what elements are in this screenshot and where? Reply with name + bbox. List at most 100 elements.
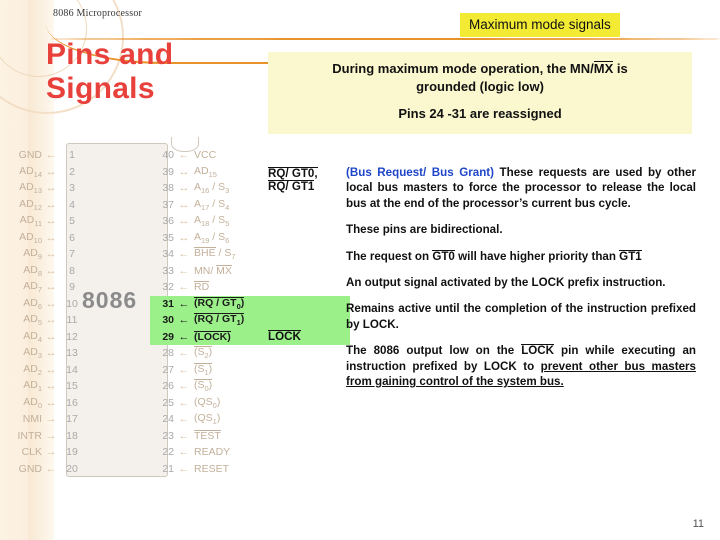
pin-row-left-17: NMI → 17 bbox=[2, 411, 166, 428]
pin-row-right-24: 24 ← (QS1) bbox=[150, 411, 350, 428]
pin-number-5: 5 bbox=[69, 215, 75, 228]
pin-signal-4: AD12 bbox=[19, 197, 42, 212]
pin-signal-15: AD1 bbox=[23, 379, 42, 394]
pin-signal-14: AD2 bbox=[23, 362, 42, 377]
pin-row-left-14: AD2 ↔ 14 bbox=[2, 362, 166, 379]
desc-paragraph-3: The request on GT0 will have higher prio… bbox=[346, 249, 696, 264]
pin-row-left-15: AD1 ↔ 15 bbox=[2, 378, 166, 395]
pin-row-left-18: INTR → 18 bbox=[2, 428, 166, 445]
pin-arrow-26: ← bbox=[178, 380, 190, 393]
pin-row-right-33: 33 ← MN/ MX bbox=[150, 263, 350, 280]
pin-row-right-29: 29 ← (LOCK) bbox=[150, 328, 350, 345]
desc-p3-c: will have higher priority than bbox=[454, 249, 620, 263]
pin-signal-35: A19 / S6 bbox=[194, 230, 230, 245]
pin-row-right-37: 37 ↔ A17 / S4 bbox=[150, 197, 350, 214]
pin-arrow-30: ← bbox=[178, 314, 190, 327]
pin-signal-19: CLK bbox=[21, 446, 42, 459]
pin-number-27: 27 bbox=[162, 363, 174, 376]
pin-signal-32: RD bbox=[194, 281, 210, 294]
pin-signal-30: (RQ / GT1) bbox=[194, 313, 245, 328]
pin-number-32: 32 bbox=[162, 281, 174, 294]
pin-arrow-35: ↔ bbox=[178, 231, 190, 244]
pin-arrow-25: ← bbox=[178, 396, 190, 409]
pin-row-left-4: AD12 ↔ 4 bbox=[2, 197, 166, 214]
pin-row-left-16: AD0 ↔ 16 bbox=[2, 395, 166, 412]
pin-arrow-10: ↔ bbox=[45, 297, 57, 310]
pin-signal-34: BHE / S7 bbox=[194, 247, 236, 262]
pin-signal-37: A17 / S4 bbox=[194, 197, 230, 212]
desc-paragraph-1: (Bus Request/ Bus Grant) These requests … bbox=[346, 165, 696, 211]
pin-signal-21: RESET bbox=[194, 462, 230, 475]
pin-arrow-17: → bbox=[45, 413, 57, 426]
pin-signal-11: AD5 bbox=[23, 313, 42, 328]
pin-signal-2: AD14 bbox=[19, 164, 42, 179]
pin-signal-18: INTR bbox=[17, 429, 43, 442]
pin-row-right-21: 21 ← RESET bbox=[150, 461, 350, 478]
pin-signal-9: AD7 bbox=[23, 280, 42, 295]
pin-arrow-38: ↔ bbox=[178, 182, 190, 195]
pin-number-14: 14 bbox=[66, 363, 78, 376]
document-id: 8086 Microprocessor bbox=[53, 8, 143, 19]
pin-number-18: 18 bbox=[66, 429, 78, 442]
pin-arrow-7: ↔ bbox=[45, 248, 57, 261]
pin-arrow-37: ↔ bbox=[178, 198, 190, 211]
pin-row-left-3: AD13 ↔ 3 bbox=[2, 180, 166, 197]
pin-signal-17: NMI bbox=[22, 413, 42, 426]
pin-signal-13: AD3 bbox=[23, 346, 42, 361]
pin-number-30: 30 bbox=[162, 314, 174, 327]
pin-arrow-21: ← bbox=[178, 462, 190, 475]
pin-signal-23: TEST bbox=[194, 429, 221, 442]
gt1-overline: GT1 bbox=[619, 249, 642, 263]
pin-number-17: 17 bbox=[66, 413, 78, 426]
pin-signal-24: (QS1) bbox=[194, 412, 221, 427]
pin-number-8: 8 bbox=[69, 264, 75, 277]
pin-arrow-12: ↔ bbox=[45, 330, 57, 343]
pin-arrow-16: ↔ bbox=[45, 396, 57, 409]
gt0-overline: GT0 bbox=[432, 249, 455, 263]
pin-arrow-23: ← bbox=[178, 429, 190, 442]
pin-row-right-28: 28 ← (S2) bbox=[150, 345, 350, 362]
pin-arrow-39: ↔ bbox=[178, 165, 190, 178]
page-title: Pins and Signals bbox=[46, 38, 174, 105]
info-box-line1-b: is bbox=[613, 61, 628, 76]
pin-row-left-10: AD6 ↔ 10 bbox=[2, 296, 166, 313]
info-box-line1-a: During maximum mode operation, the MN/ bbox=[332, 61, 594, 76]
pin-row-right-26: 26 ← (S0) bbox=[150, 378, 350, 395]
pin-signal-27: (S1) bbox=[194, 362, 213, 377]
maximum-mode-banner: Maximum mode signals bbox=[460, 13, 620, 37]
pin-number-19: 19 bbox=[66, 446, 78, 459]
pin-number-15: 15 bbox=[66, 380, 78, 393]
pin-number-20: 20 bbox=[66, 462, 78, 475]
pin-row-left-2: AD14 ↔ 2 bbox=[2, 164, 166, 181]
pin-signal-36: A18 / S5 bbox=[194, 214, 230, 229]
pin-arrow-40: ← bbox=[178, 149, 190, 162]
pin-arrow-15: ↔ bbox=[45, 380, 57, 393]
pin-arrow-2: ↔ bbox=[45, 165, 57, 178]
pin-row-left-8: AD8 ↔ 8 bbox=[2, 263, 166, 280]
chip-diagram: 8086 GND ← 1 AD14 ↔ 2 AD13 ↔ 3 AD12 ↔ 4 AD11 ↔ 5 AD10 ↔ 6… bbox=[0, 137, 350, 483]
pin-signal-31: (RQ / GT0) bbox=[194, 296, 245, 311]
pin-number-9: 9 bbox=[69, 281, 75, 294]
desc-paragraph-4: An output signal activated by the LOCK p… bbox=[346, 276, 666, 290]
pin-signal-28: (S2) bbox=[194, 346, 213, 361]
side-label-lock: LOCK bbox=[268, 330, 301, 343]
pin-arrow-11: ↔ bbox=[45, 314, 57, 327]
pin-arrow-22: ← bbox=[178, 446, 190, 459]
pin-signal-40: VCC bbox=[194, 149, 217, 162]
pin-number-22: 22 bbox=[162, 446, 174, 459]
pin-row-right-31: 31 ← (RQ / GT0) bbox=[150, 295, 350, 312]
pin-arrow-18: → bbox=[45, 429, 57, 442]
desc-p3-a: The request on bbox=[346, 249, 433, 263]
pin-signal-1: GND bbox=[18, 149, 42, 162]
pin-number-23: 23 bbox=[162, 429, 174, 442]
pin-number-38: 38 bbox=[162, 182, 174, 195]
pin-arrow-33: ← bbox=[178, 264, 190, 277]
pin-number-26: 26 bbox=[162, 380, 174, 393]
pin-arrow-28: ← bbox=[178, 347, 190, 360]
pin-signal-3: AD13 bbox=[19, 181, 42, 196]
pin-arrow-34: ← bbox=[178, 248, 190, 261]
pin-row-right-27: 27 ← (S1) bbox=[150, 362, 350, 379]
pin-arrow-24: ← bbox=[178, 413, 190, 426]
pin-number-33: 33 bbox=[162, 264, 174, 277]
rq-gt0-label: RQ/ GT0, bbox=[268, 167, 318, 180]
